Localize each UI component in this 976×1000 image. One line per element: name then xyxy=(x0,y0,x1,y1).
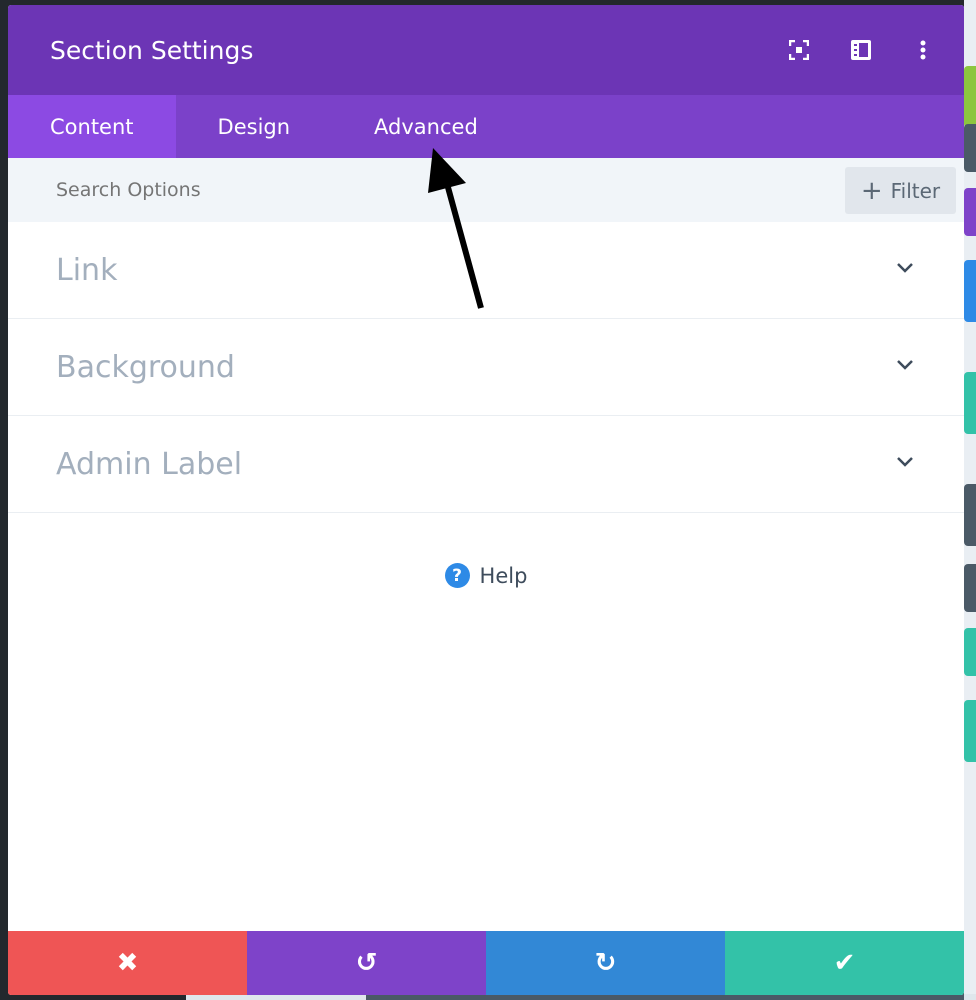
tab-bar: Content Design Advanced xyxy=(8,95,964,158)
background-chip xyxy=(964,260,976,322)
help-label: Help xyxy=(479,563,528,588)
filter-label: Filter xyxy=(890,178,941,203)
more-vertical-icon[interactable] xyxy=(912,39,934,61)
split-view-icon[interactable] xyxy=(850,39,872,61)
section-label: Background xyxy=(56,349,235,385)
background-chip xyxy=(964,124,976,172)
section-link[interactable]: Link xyxy=(8,222,964,319)
plus-icon: + xyxy=(860,175,883,206)
background-chip xyxy=(964,372,976,434)
modal-title: Section Settings xyxy=(50,35,254,65)
filter-button[interactable]: + Filter xyxy=(845,167,956,214)
chevron-down-icon xyxy=(897,360,913,370)
discard-button[interactable]: ✖ xyxy=(8,931,247,995)
modal-header[interactable]: Section Settings xyxy=(8,5,964,95)
tab-design[interactable]: Design xyxy=(176,95,333,158)
redo-button[interactable]: ↻ xyxy=(486,931,725,995)
background-chip xyxy=(964,700,976,762)
background-chip xyxy=(964,66,976,128)
save-button[interactable]: ✔ xyxy=(725,931,964,995)
background-chip xyxy=(964,484,976,546)
close-icon: ✖ xyxy=(116,948,139,978)
fullscreen-icon[interactable] xyxy=(788,39,810,61)
undo-button[interactable]: ↺ xyxy=(247,931,486,995)
section-label: Link xyxy=(56,252,118,288)
background-chip xyxy=(964,628,976,676)
section-admin-label[interactable]: Admin Label xyxy=(8,416,964,513)
modal-footer: ✖ ↺ ↻ ✔ xyxy=(8,931,964,995)
background-chip xyxy=(964,188,976,236)
undo-icon: ↺ xyxy=(355,948,378,978)
redo-icon: ↻ xyxy=(594,948,617,978)
check-icon: ✔ xyxy=(833,948,856,978)
tab-advanced[interactable]: Advanced xyxy=(332,95,520,158)
section-label: Admin Label xyxy=(56,446,243,482)
section-background[interactable]: Background xyxy=(8,319,964,416)
section-settings-modal: Section Settings Content Design Advanced… xyxy=(8,5,964,995)
help-icon: ? xyxy=(444,563,470,588)
help-link[interactable]: ? Help xyxy=(8,563,964,588)
search-bar: + Filter xyxy=(8,158,964,222)
search-input[interactable] xyxy=(56,179,556,201)
tab-content[interactable]: Content xyxy=(8,95,176,158)
background-chip xyxy=(964,564,976,612)
chevron-down-icon xyxy=(897,263,913,273)
chevron-down-icon xyxy=(897,457,913,467)
